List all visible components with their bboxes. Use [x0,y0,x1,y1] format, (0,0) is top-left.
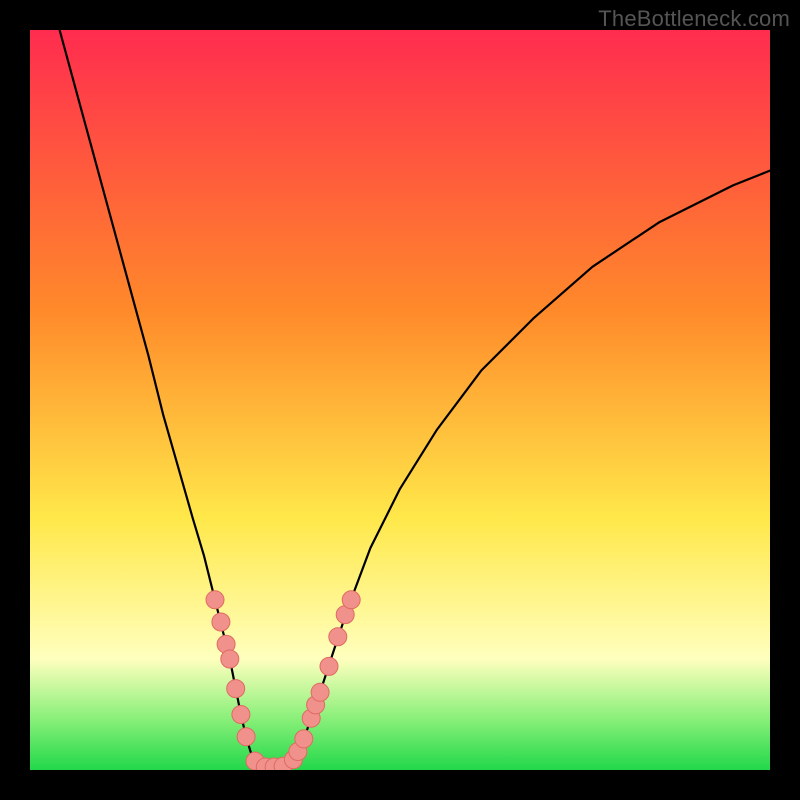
gradient-background [30,30,770,770]
chart-container: TheBottleneck.com [0,0,800,800]
plot-area [30,30,770,770]
data-marker [329,628,347,646]
data-marker [342,591,360,609]
watermark-text: TheBottleneck.com [598,6,790,32]
data-marker [212,613,230,631]
data-marker [227,680,245,698]
data-marker [295,730,313,748]
chart-svg [30,30,770,770]
data-marker [206,591,224,609]
data-marker [237,728,255,746]
data-marker [320,657,338,675]
data-marker [232,706,250,724]
data-marker [221,650,239,668]
data-marker [311,683,329,701]
